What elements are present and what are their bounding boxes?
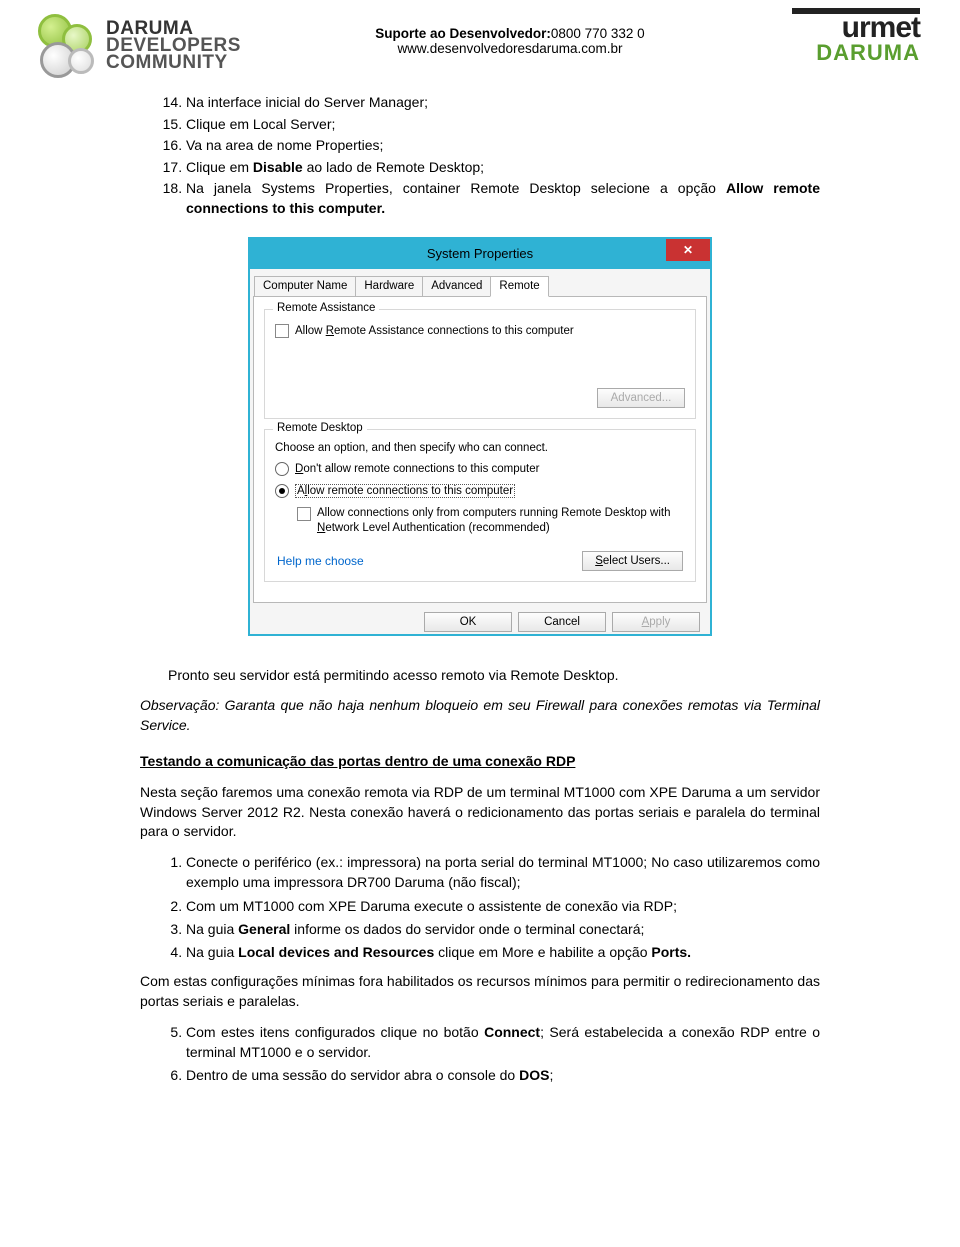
dialog-titlebar: System Properties ✕: [250, 239, 710, 269]
s2-step-3: Na guia General informe os dados do serv…: [186, 919, 820, 939]
radio-icon: [275, 462, 289, 476]
system-properties-dialog: System Properties ✕ Computer Name Hardwa…: [248, 237, 712, 637]
ok-button[interactable]: OK: [424, 612, 512, 632]
checkbox-icon: [275, 324, 289, 338]
s2-step-5: Com estes itens configurados clique no b…: [186, 1022, 820, 1063]
ddc-logo: DARUMA DEVELOPERS COMMUNITY: [40, 8, 240, 83]
group-remote-assistance: Remote Assistance Allow Remote Assistanc…: [264, 309, 696, 419]
tab-hardware[interactable]: Hardware: [355, 276, 423, 297]
steps-list-14-18: Na interface inicial do Server Manager; …: [140, 93, 820, 219]
s2-step-6: Dentro de uma sessão do servidor abra o …: [186, 1065, 820, 1085]
tab-body-remote: Remote Assistance Allow Remote Assistanc…: [253, 296, 707, 604]
apply-button[interactable]: Apply: [612, 612, 700, 632]
cancel-button[interactable]: Cancel: [518, 612, 606, 632]
radio-dont-allow[interactable]: Don't allow remote connections to this c…: [275, 462, 685, 476]
urmet-logo: urmet DARUMA: [780, 8, 920, 64]
help-me-choose-link[interactable]: Help me choose: [277, 554, 364, 568]
section-heading-rdptest: Testando a comunicação das portas dentro…: [140, 753, 820, 769]
ddc-circles-icon: [40, 16, 100, 76]
dialog-title: System Properties: [427, 246, 533, 261]
urmet-word: urmet: [780, 16, 920, 40]
close-button[interactable]: ✕: [666, 239, 710, 261]
s2-step-2: Com um MT1000 com XPE Daruma execute o a…: [186, 896, 820, 916]
group-remote-desktop: Remote Desktop Choose an option, and the…: [264, 429, 696, 583]
radio-icon: [275, 484, 289, 498]
step-17: Clique em Disable ao lado de Remote Desk…: [186, 158, 820, 178]
dialog-buttons: OK Cancel Apply: [250, 606, 710, 634]
close-icon: ✕: [683, 243, 693, 257]
step-18: Na janela Systems Properties, container …: [186, 179, 820, 218]
checkbox-allow-remote-assistance[interactable]: Allow Remote Assistance connections to t…: [275, 324, 685, 338]
s2-step-1: Conecte o periférico (ex.: impressora) n…: [186, 852, 820, 893]
support-phone: 0800 770 332 0: [551, 26, 645, 41]
section2-intro: Nesta seção faremos uma conexão remota v…: [140, 783, 820, 842]
header-center: Suporte ao Desenvolvedor:0800 770 332 0 …: [240, 8, 780, 56]
para-ready: Pronto seu servidor está permitindo aces…: [140, 666, 820, 686]
checkbox-icon: [297, 507, 311, 521]
tab-advanced[interactable]: Advanced: [422, 276, 491, 297]
step-16: Va na area de nome Properties;: [186, 136, 820, 156]
step-14: Na interface inicial do Server Manager;: [186, 93, 820, 113]
support-url: www.desenvolvedoresdaruma.com.br: [240, 41, 780, 56]
ddc-wordmark: DARUMA DEVELOPERS COMMUNITY: [106, 20, 241, 71]
tab-remote[interactable]: Remote: [490, 276, 548, 297]
page-header: DARUMA DEVELOPERS COMMUNITY Suporte ao D…: [40, 0, 920, 83]
tabstrip: Computer Name Hardware Advanced Remote: [250, 269, 710, 296]
select-users-button[interactable]: Select Users...: [582, 551, 683, 571]
section2-p2: Com estas configurações mínimas fora hab…: [140, 972, 820, 1011]
support-label: Suporte ao Desenvolvedor:: [375, 26, 551, 41]
steps-list-5-6: Com estes itens configurados clique no b…: [140, 1022, 820, 1086]
tab-computer-name[interactable]: Computer Name: [254, 276, 356, 297]
step-15: Clique em Local Server;: [186, 115, 820, 135]
s2-step-4: Na guia Local devices and Resources cliq…: [186, 942, 820, 962]
observation: Observação: Garanta que não haja nenhum …: [140, 696, 820, 735]
advanced-button[interactable]: Advanced...: [597, 388, 685, 408]
ddc-line3: COMMUNITY: [106, 54, 241, 71]
daruma-word: DARUMA: [780, 42, 920, 64]
rd-instruction: Choose an option, and then specify who c…: [275, 442, 685, 454]
radio-allow[interactable]: Allow remote connections to this compute…: [275, 484, 685, 498]
steps-list-1-4: Conecte o periférico (ex.: impressora) n…: [140, 852, 820, 962]
checkbox-nla[interactable]: Allow connections only from computers ru…: [297, 506, 685, 536]
group-rd-title: Remote Desktop: [273, 422, 367, 434]
group-ra-title: Remote Assistance: [273, 302, 379, 314]
